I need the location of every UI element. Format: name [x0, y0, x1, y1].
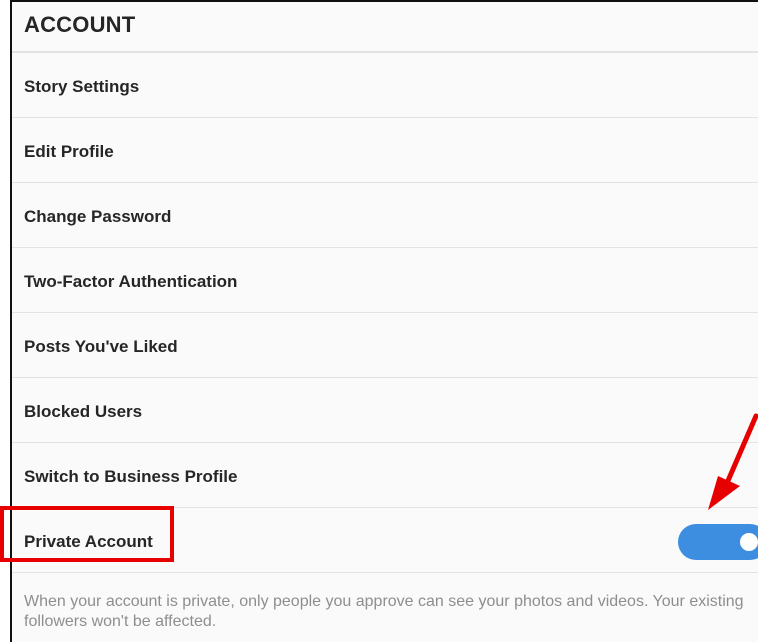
menu-item-label: Two-Factor Authentication — [24, 272, 238, 291]
private-account-toggle[interactable] — [678, 524, 758, 560]
menu-item-posts-youve-liked[interactable]: Posts You've Liked — [12, 313, 758, 378]
annotation-highlight-box — [0, 506, 174, 562]
menu-item-label: Switch to Business Profile — [24, 467, 238, 486]
section-title: ACCOUNT — [24, 12, 136, 37]
menu-item-label: Blocked Users — [24, 402, 143, 421]
menu-item-label: Posts You've Liked — [24, 337, 178, 356]
menu-item-story-settings[interactable]: Story Settings — [12, 53, 758, 118]
menu-item-label: Story Settings — [24, 77, 140, 96]
menu-item-label: Change Password — [24, 207, 172, 226]
menu-item-two-factor-authentication[interactable]: Two-Factor Authentication — [12, 248, 758, 313]
menu-item-edit-profile[interactable]: Edit Profile — [12, 118, 758, 183]
annotation-arrow-icon — [708, 413, 758, 510]
menu-item-blocked-users[interactable]: Blocked Users — [12, 378, 758, 443]
private-account-description: When your account is private, only peopl… — [24, 593, 744, 630]
toggle-knob — [740, 533, 758, 551]
section-header: ACCOUNT — [12, 2, 758, 53]
menu-item-switch-to-business-profile[interactable]: Switch to Business Profile — [12, 443, 758, 508]
menu-item-change-password[interactable]: Change Password — [12, 183, 758, 248]
menu-item-label: Edit Profile — [24, 142, 114, 161]
